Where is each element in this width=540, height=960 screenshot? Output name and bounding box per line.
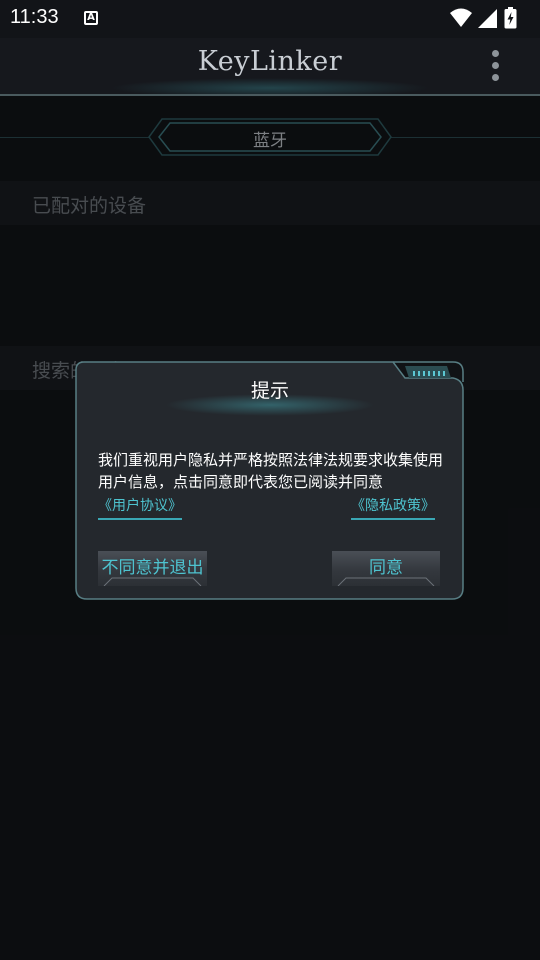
decline-button-label: 不同意并退出 <box>101 558 204 578</box>
agree-button-label: 同意 <box>369 558 403 578</box>
screen: 11:33 A KeyLinker 蓝牙 已配对的设备 提示 我们重视用户隐私并… <box>0 0 540 960</box>
status-time: 11:33 <box>10 6 59 28</box>
status-bar: 11:33 A <box>0 0 540 38</box>
signal-icon <box>478 9 497 28</box>
app-title: KeyLinker <box>197 46 343 77</box>
user-agreement-link[interactable]: 《用户协议》 <box>98 495 182 520</box>
battery-charging-icon <box>504 7 517 29</box>
dialog-title: 提示 <box>250 380 289 402</box>
dialog-message: 我们重视用户隐私并严格按照法律法规要求收集使用用户信息，点击同意即代表您已阅读并… <box>98 451 444 491</box>
notification-a-icon: A <box>84 11 98 25</box>
more-vert-icon[interactable] <box>492 50 500 84</box>
privacy-policy-link[interactable]: 《隐私政策》 <box>351 495 435 520</box>
privacy-dialog: 提示 我们重视用户隐私并严格按照法律法规要求收集使用用户信息，点击同意即代表您已… <box>75 360 465 601</box>
agree-button[interactable]: 同意 <box>332 551 440 586</box>
wifi-icon <box>450 8 472 27</box>
status-icons <box>450 7 530 29</box>
decline-and-exit-button[interactable]: 不同意并退出 <box>98 551 207 586</box>
app-bar: KeyLinker <box>0 38 540 98</box>
